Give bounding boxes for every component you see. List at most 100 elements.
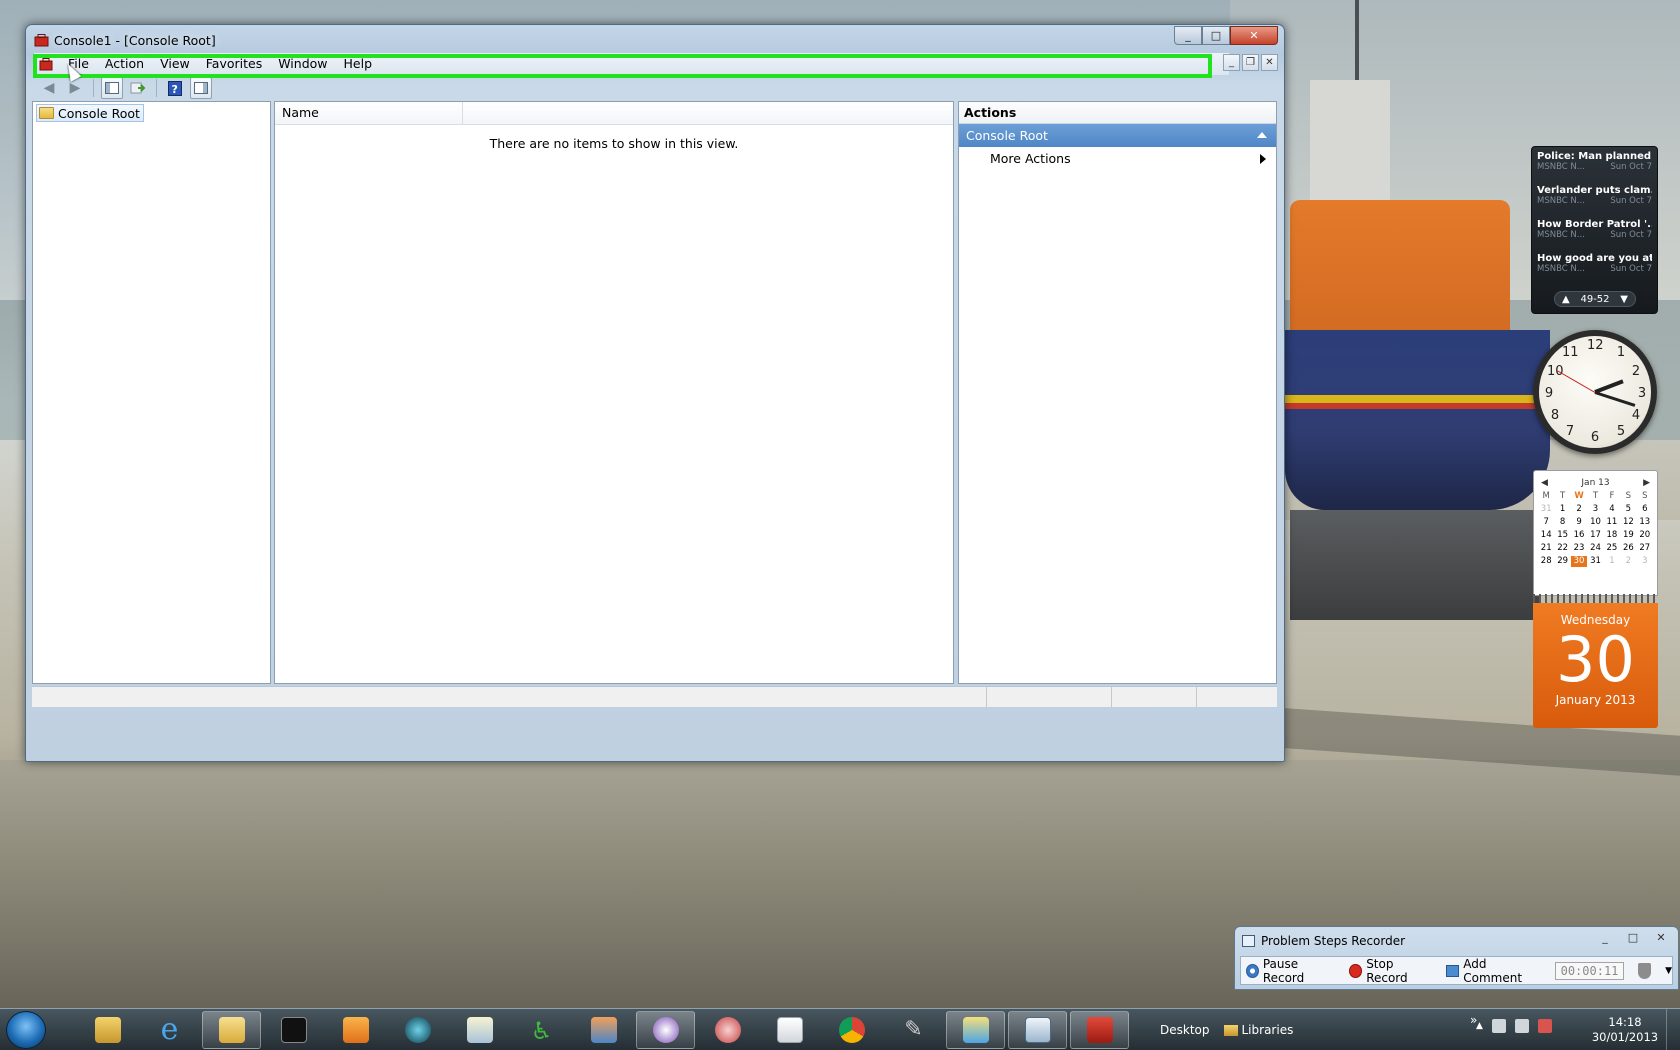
steps-recorder-taskbar-icon[interactable] (1008, 1011, 1067, 1049)
child-restore-button[interactable]: ❐ (1242, 54, 1259, 71)
add-comment-button[interactable]: Add Comment (1445, 957, 1541, 985)
psr-close-button[interactable]: ✕ (1648, 929, 1674, 946)
child-minimize-button[interactable]: _ (1223, 54, 1240, 71)
console-document-icon[interactable] (39, 58, 53, 71)
show-desktop-button[interactable] (1666, 1009, 1680, 1050)
media-player-icon[interactable] (326, 1011, 385, 1049)
more-actions-item[interactable]: More Actions (959, 147, 1276, 171)
mmc-taskbar-icon[interactable] (1070, 1011, 1129, 1049)
calendar-day[interactable]: 14 (1538, 530, 1554, 541)
menu-help[interactable]: Help (336, 53, 381, 75)
calendar-day[interactable]: 7 (1538, 517, 1554, 528)
chevron-down-icon[interactable]: ▼ (1665, 966, 1672, 976)
close-button[interactable]: ✕ (1230, 26, 1278, 45)
calendar-day[interactable]: 6 (1637, 504, 1653, 515)
calendar-day[interactable]: 3 (1587, 504, 1603, 515)
calendar-day[interactable]: 9 (1571, 517, 1587, 528)
feed-item[interactable]: How good are you at... MSNBC N... Sun Oct… (1537, 253, 1652, 287)
back-arrow-icon[interactable]: ◀ (38, 77, 60, 99)
camera-app-icon[interactable] (388, 1011, 447, 1049)
feed-next-icon[interactable]: ▼ (1620, 294, 1628, 305)
next-month-icon[interactable]: ▶ (1643, 478, 1650, 488)
menu-action[interactable]: Action (97, 53, 152, 75)
maximize-button[interactable]: □ (1202, 26, 1230, 45)
prev-month-icon[interactable]: ◀ (1541, 478, 1548, 488)
show-hidden-icons-icon[interactable]: ▲ (1476, 1021, 1483, 1031)
calendar-day[interactable]: 28 (1538, 556, 1554, 567)
collapse-arrow-icon[interactable] (1257, 132, 1267, 138)
calendar-day[interactable]: 21 (1538, 543, 1554, 554)
chrome-icon[interactable] (822, 1011, 881, 1049)
calendar-day[interactable]: 11 (1604, 517, 1620, 528)
stop-record-button[interactable]: Stop Record (1349, 957, 1431, 985)
menu-window[interactable]: Window (270, 53, 335, 75)
windows7-app-icon[interactable] (946, 1011, 1005, 1049)
console-tree-pane[interactable]: Console Root (32, 101, 271, 684)
calendar-day-card[interactable]: Wednesday 30 January 2013 (1533, 603, 1658, 728)
internet-explorer-icon[interactable]: e (140, 1011, 199, 1049)
psr-minimize-button[interactable]: _ (1592, 929, 1618, 946)
speedometer-app-icon[interactable] (636, 1011, 695, 1049)
menu-favorites[interactable]: Favorites (198, 53, 270, 75)
show-hide-console-tree-icon[interactable] (101, 77, 123, 99)
child-close-button[interactable]: ✕ (1261, 54, 1278, 71)
calendar-day[interactable]: 30 (1570, 556, 1588, 567)
feed-prev-icon[interactable]: ▲ (1562, 294, 1570, 305)
show-hide-action-pane-icon[interactable] (190, 77, 212, 99)
tree-node-console-root[interactable]: Console Root (36, 104, 144, 122)
results-pane[interactable]: Name There are no items to show in this … (274, 101, 954, 684)
actions-section-console-root[interactable]: Console Root (959, 124, 1276, 147)
start-button[interactable] (6, 1011, 46, 1049)
taskbar-clock[interactable]: 14:18 30/01/2013 (1590, 1015, 1660, 1045)
calendar-day[interactable]: 4 (1604, 504, 1620, 515)
forward-arrow-icon[interactable]: ▶ (64, 77, 86, 99)
libraries-link[interactable]: Libraries (1223, 1023, 1293, 1037)
calendar-day[interactable]: 10 (1587, 517, 1603, 528)
calendar-day[interactable]: 20 (1637, 530, 1653, 541)
calendar-day[interactable]: 5 (1620, 504, 1636, 515)
file-manager-icon[interactable] (78, 1011, 137, 1049)
windows-explorer-icon[interactable] (202, 1011, 261, 1049)
shield-icon[interactable] (1638, 962, 1652, 979)
calendar-day[interactable]: 31 (1538, 504, 1554, 515)
volume-muted-icon[interactable] (1537, 1019, 1552, 1033)
calendar-day[interactable]: 27 (1637, 543, 1653, 554)
feed-item[interactable]: How Border Patrol '... MSNBC N... Sun Oct… (1537, 219, 1652, 253)
minimize-button[interactable]: _ (1174, 26, 1202, 45)
calendar-day[interactable]: 2 (1620, 556, 1636, 567)
feed-headlines-gadget[interactable]: Police: Man planned ... MSNBC N... Sun Oc… (1531, 146, 1658, 314)
clock-gadget[interactable]: 12 1 2 3 4 5 6 7 8 9 10 11 (1533, 330, 1657, 454)
calendar-day[interactable]: 29 (1554, 556, 1570, 567)
command-prompt-icon[interactable] (264, 1011, 323, 1049)
calendar-day[interactable]: 25 (1604, 543, 1620, 554)
calendar-day[interactable]: 26 (1620, 543, 1636, 554)
snipping-tool-icon[interactable] (698, 1011, 757, 1049)
calendar-day[interactable]: 13 (1637, 517, 1653, 528)
calendar-day[interactable]: 2 (1571, 504, 1587, 515)
desktop-link[interactable]: Desktop (1160, 1023, 1210, 1037)
photo-app-icon[interactable] (450, 1011, 509, 1049)
calendar-day[interactable]: 15 (1554, 530, 1570, 541)
calendar-day[interactable]: 23 (1571, 543, 1587, 554)
help-icon[interactable]: ? (164, 77, 186, 99)
network-icon[interactable] (1514, 1019, 1529, 1033)
calendar-day[interactable]: 19 (1620, 530, 1636, 541)
calendar-gadget[interactable]: ◀ Jan 13 ▶ M T W T F S S 31 1 2 3 4 5 6 7 8 9 10 11 12 13 14 1… (1533, 470, 1658, 596)
calendar-day[interactable]: 1 (1604, 556, 1620, 567)
accessibility-icon[interactable]: ♿ (512, 1011, 571, 1049)
column-header-name[interactable]: Name (275, 102, 463, 124)
pause-record-button[interactable]: Pause Record (1246, 957, 1335, 985)
calendar-day[interactable]: 18 (1604, 530, 1620, 541)
calendar-day[interactable]: 17 (1587, 530, 1603, 541)
export-list-icon[interactable] (127, 77, 149, 99)
action-center-flag-icon[interactable] (1491, 1019, 1506, 1033)
problem-steps-recorder-window[interactable]: Problem Steps Recorder _ □ ✕ Pause Recor… (1234, 926, 1679, 990)
calendar-day[interactable]: 12 (1620, 517, 1636, 528)
paint-app-icon[interactable] (574, 1011, 633, 1049)
pen-app-icon[interactable]: ✎ (884, 1011, 943, 1049)
calendar-day[interactable]: 24 (1587, 543, 1603, 554)
calendar-day[interactable]: 8 (1554, 517, 1570, 528)
feed-item[interactable]: Police: Man planned ... MSNBC N... Sun Oc… (1537, 151, 1652, 185)
calendar-day[interactable]: 31 (1587, 556, 1603, 567)
calendar-day[interactable]: 22 (1554, 543, 1570, 554)
